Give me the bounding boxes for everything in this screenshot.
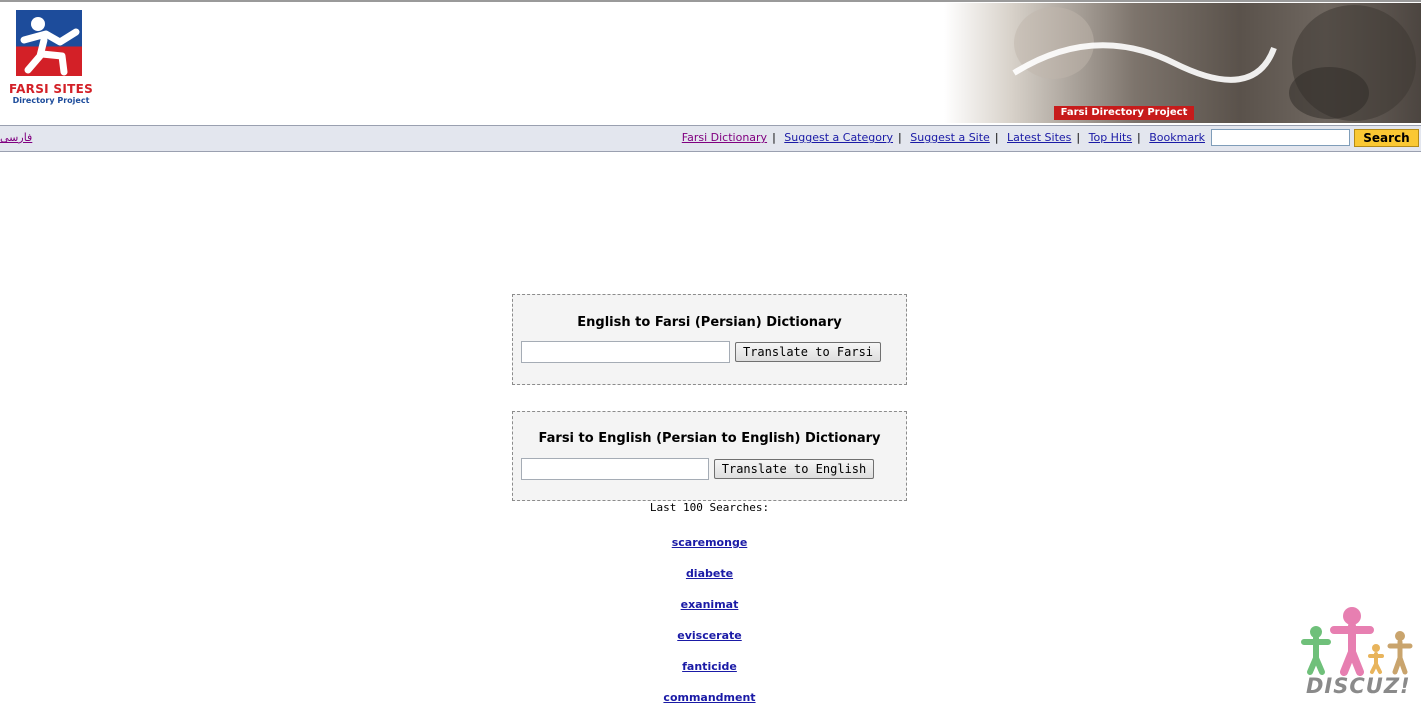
nav-separator: | <box>898 131 902 144</box>
discuz-watermark: DISCUZ! <box>1300 606 1415 702</box>
nav-link-latest-sites[interactable]: Latest Sites <box>1007 131 1071 144</box>
nav-bar: فارسی Farsi Dictionary | Suggest a Catego… <box>0 125 1421 152</box>
nav-link-top-hits[interactable]: Top Hits <box>1089 131 1132 144</box>
en-to-fa-panel: English to Farsi (Persian) Dictionary Tr… <box>512 294 907 385</box>
nav-link-farsi-dictionary[interactable]: Farsi Dictionary <box>682 131 767 144</box>
top-border <box>0 0 1421 2</box>
list-item: fanticide <box>512 655 907 686</box>
fa-to-en-title: Farsi to English (Persian to English) Di… <box>538 431 881 446</box>
farsi-language-link[interactable]: فارسی <box>0 131 32 144</box>
banner-tag: Farsi Directory Project <box>1054 106 1194 120</box>
fa-to-en-panel: Farsi to English (Persian to English) Di… <box>512 411 907 501</box>
logo-subtitle: Directory Project <box>12 96 90 105</box>
fa-to-en-input[interactable] <box>521 458 709 480</box>
recent-search-link[interactable]: exanimat <box>681 598 739 611</box>
list-item: scaremonge <box>512 531 907 562</box>
runner-logo-icon <box>16 10 82 76</box>
list-item: commandment <box>512 686 907 717</box>
recent-search-link[interactable]: commandment <box>663 691 755 704</box>
recent-searches-list: scaremonge diabete exanimat eviscerate f… <box>512 531 907 717</box>
list-item: eviscerate <box>512 624 907 655</box>
en-to-fa-input[interactable] <box>521 341 730 363</box>
translate-to-farsi-button[interactable]: Translate to Farsi <box>735 342 881 362</box>
site-logo[interactable]: FARSI SITES Directory Project <box>4 10 98 110</box>
nav-separator: | <box>1076 131 1081 144</box>
persian-relief-icon <box>1012 5 1416 121</box>
translate-to-english-button[interactable]: Translate to English <box>714 459 874 479</box>
recent-search-link[interactable]: eviscerate <box>677 629 742 642</box>
discuz-logo-text: DISCUZ! <box>1306 674 1411 698</box>
recent-search-link[interactable]: diabete <box>686 567 733 580</box>
recent-search-link[interactable]: fanticide <box>682 660 737 673</box>
recent-searches-title: Last 100 Searches: <box>649 501 770 514</box>
nav-separator: | <box>994 131 999 144</box>
nav-link-suggest-category[interactable]: Suggest a Category <box>784 131 893 144</box>
family-figures-icon <box>1301 607 1413 676</box>
logo-title: FARSI SITES <box>8 82 94 96</box>
en-to-fa-title: English to Farsi (Persian) Dictionary <box>577 315 842 330</box>
header-banner: Farsi Directory Project <box>944 3 1421 123</box>
list-item: diabete <box>512 562 907 593</box>
nav-separator: | <box>772 131 776 144</box>
nav-separator: | <box>1137 131 1141 144</box>
site-search-input[interactable] <box>1211 129 1350 146</box>
recent-search-link[interactable]: scaremonge <box>672 536 748 549</box>
nav-link-bookmark[interactable]: Bookmark <box>1149 131 1205 144</box>
nav-links: Farsi Dictionary | Suggest a Category | Su… <box>682 131 1205 144</box>
list-item: exanimat <box>512 593 907 624</box>
site-search-button[interactable]: Search <box>1354 129 1419 147</box>
nav-link-suggest-site[interactable]: Suggest a Site <box>910 131 990 144</box>
